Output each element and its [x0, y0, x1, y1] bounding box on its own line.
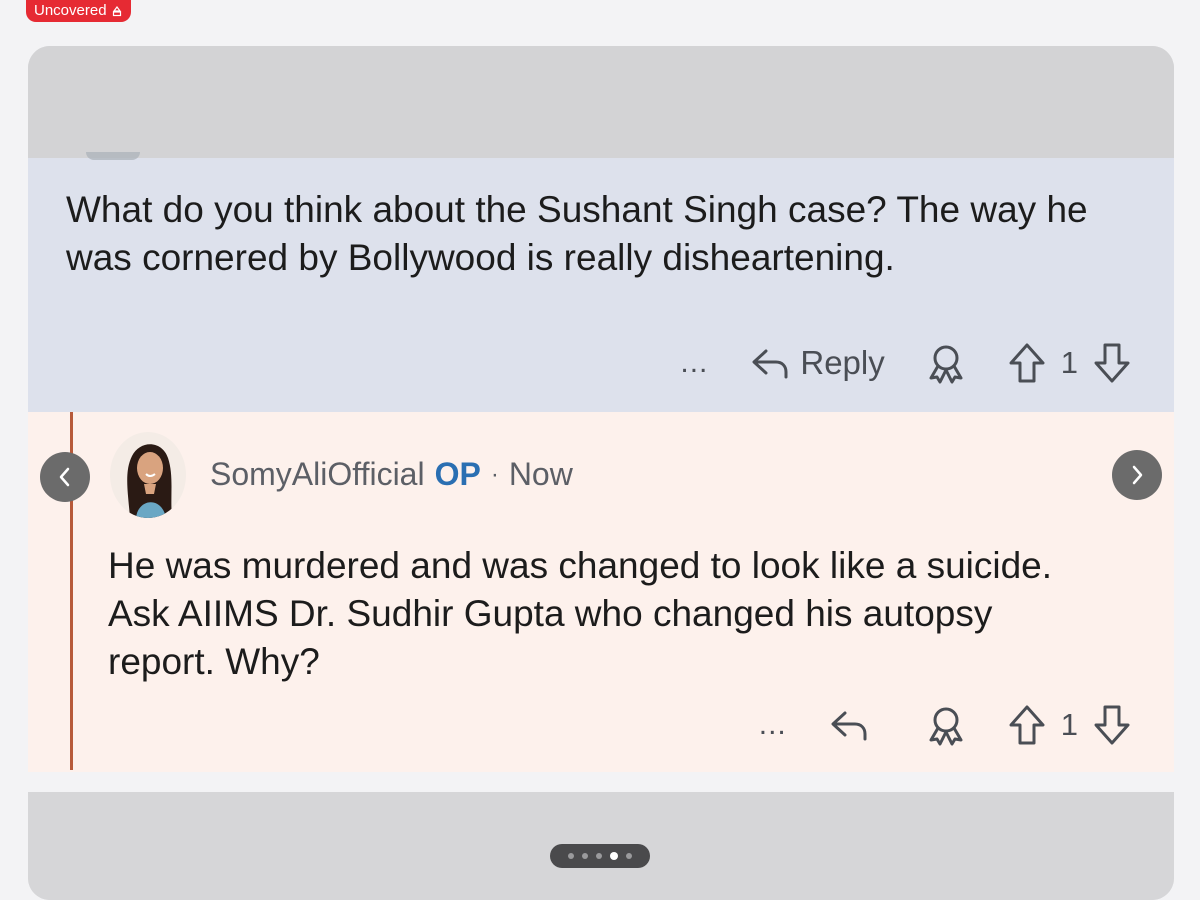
avatar-image [110, 432, 186, 518]
badge-label: Uncovered [34, 2, 107, 19]
reply-arrow-icon [831, 711, 867, 741]
vote-count: 1 [1060, 345, 1078, 380]
pagination-dot[interactable] [626, 853, 632, 859]
vote-controls: 1 [1007, 342, 1132, 384]
chevron-right-icon [1132, 465, 1143, 485]
parent-avatar-stub [86, 152, 140, 160]
reply-button[interactable] [829, 707, 869, 743]
downvote-arrow-icon[interactable] [1092, 704, 1132, 746]
timestamp: Now [508, 456, 573, 492]
lock-icon [112, 6, 121, 17]
upvote-arrow-icon[interactable] [1007, 342, 1047, 384]
reply-button[interactable]: Reply [750, 344, 885, 382]
uncovered-badge: Uncovered [26, 0, 131, 22]
chevron-left-icon [59, 467, 70, 487]
previous-slide-button[interactable] [40, 452, 90, 502]
more-options-button[interactable]: ... [680, 348, 708, 378]
bottom-blurred-area [28, 792, 1174, 900]
parent-comment: What do you think about the Sushant Sing… [28, 152, 1174, 412]
username[interactable]: SomyAliOfficial [210, 456, 425, 493]
downvote-arrow-icon[interactable] [1092, 342, 1132, 384]
reply-comment-body: He was murdered and was changed to look … [108, 545, 1053, 682]
award-icon[interactable] [925, 704, 967, 746]
pagination-dot[interactable] [596, 853, 602, 859]
divider-band [28, 772, 1174, 792]
more-options-button[interactable]: ... [759, 710, 787, 740]
avatar[interactable] [110, 432, 186, 518]
reply-comment-actions: ... 1 [759, 704, 1132, 746]
page: Uncovered What do you think about the Su… [0, 0, 1200, 900]
op-tag: OP [434, 456, 481, 492]
pagination-dot-active[interactable] [610, 852, 618, 860]
top-blurred-area [28, 46, 1174, 158]
meta-separator: · [490, 460, 499, 488]
carousel-pagination[interactable] [550, 844, 650, 868]
reply-comment: SomyAliOfficial OP · Now He was murdered… [28, 412, 1174, 772]
comment-meta: SomyAliOfficial OP · Now [210, 456, 573, 493]
parent-comment-body: What do you think about the Sushant Sing… [66, 189, 1088, 278]
pagination-dot[interactable] [568, 853, 574, 859]
comment-thread-card: What do you think about the Sushant Sing… [28, 46, 1174, 900]
next-slide-button[interactable] [1112, 450, 1162, 500]
upvote-arrow-icon[interactable] [1007, 704, 1047, 746]
reply-label: Reply [800, 344, 885, 381]
vote-count: 1 [1060, 707, 1078, 742]
reply-arrow-icon [752, 349, 788, 379]
pagination-dot[interactable] [582, 853, 588, 859]
award-icon[interactable] [925, 342, 967, 384]
vote-controls: 1 [1007, 704, 1132, 746]
parent-comment-actions: ... Reply 1 [680, 342, 1132, 384]
